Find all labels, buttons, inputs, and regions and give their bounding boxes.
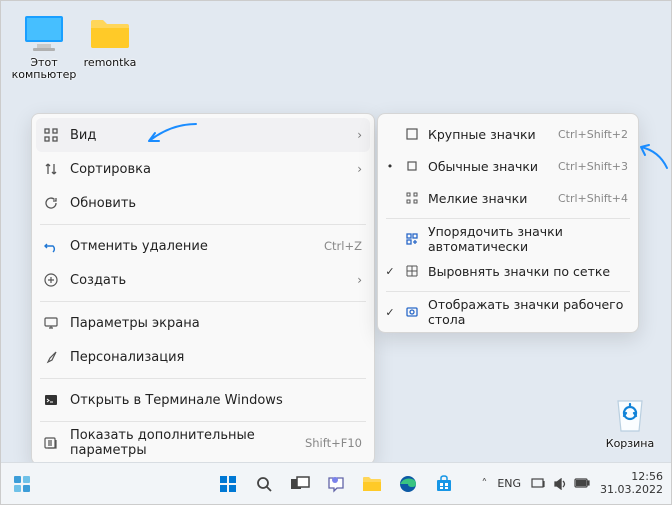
menu-shortcut: Ctrl+Shift+2 (558, 128, 628, 141)
menu-label: Упорядочить значки автоматически (428, 224, 628, 254)
terminal-icon (42, 391, 60, 409)
menu-label: Обновить (70, 196, 362, 211)
menu-item-undo[interactable]: Отменить удаление Ctrl+Z (32, 229, 374, 263)
edge-button[interactable] (393, 469, 423, 499)
check-mark-checked: ✓ (384, 265, 396, 278)
menu-label: Обычные значки (428, 159, 550, 174)
menu-label: Создать (70, 273, 347, 288)
menu-item-sort[interactable]: Сортировка › (32, 152, 374, 186)
menu-label: Персонализация (70, 350, 362, 365)
small-icons-icon (404, 190, 420, 206)
separator (40, 224, 366, 225)
menu-label: Сортировка (70, 162, 347, 177)
context-menu-main: Вид › Сортировка › Обновить Отменить уда… (31, 113, 375, 465)
taskbar: ˄ ENG 12:56 31.03.2022 (1, 462, 671, 504)
menu-label: Показать дополнительные параметры (70, 428, 295, 458)
store-button[interactable] (429, 469, 459, 499)
chat-button[interactable] (321, 469, 351, 499)
desktop-icon-label: Этот компьютер (9, 57, 79, 81)
system-tray[interactable] (531, 477, 590, 490)
menu-label: Отображать значки рабочего стола (428, 297, 628, 327)
grid-icon (42, 126, 60, 144)
start-button[interactable] (213, 469, 243, 499)
menu-item-new[interactable]: Создать › (32, 263, 374, 297)
chevron-right-icon: › (357, 128, 362, 142)
menu-item-view[interactable]: Вид › (36, 118, 370, 152)
submenu-item-large-icons[interactable]: Крупные значки Ctrl+Shift+2 (378, 118, 638, 150)
submenu-item-small-icons[interactable]: Мелкие значки Ctrl+Shift+4 (378, 182, 638, 214)
brush-icon (42, 348, 60, 366)
search-button[interactable] (249, 469, 279, 499)
plus-circle-icon (42, 271, 60, 289)
check-mark-checked: ✓ (384, 306, 396, 319)
monitor-icon (23, 13, 65, 55)
menu-shortcut: Ctrl+Z (324, 239, 362, 253)
folder-icon (89, 13, 131, 55)
task-view-button[interactable] (285, 469, 315, 499)
large-icons-icon (404, 126, 420, 142)
refresh-icon (42, 194, 60, 212)
menu-shortcut: Ctrl+Shift+3 (558, 160, 628, 173)
annotation-arrow-icon (637, 143, 671, 173)
submenu-item-medium-icons[interactable]: • Обычные значки Ctrl+Shift+3 (378, 150, 638, 182)
menu-item-display-settings[interactable]: Параметры экрана (32, 306, 374, 340)
clock-date: 31.03.2022 (600, 484, 663, 497)
menu-label: Крупные значки (428, 127, 550, 142)
menu-label: Параметры экрана (70, 316, 362, 331)
menu-shortcut: Ctrl+Shift+4 (558, 192, 628, 205)
network-icon (531, 477, 546, 490)
menu-shortcut: Shift+F10 (305, 436, 362, 450)
menu-item-personalize[interactable]: Персонализация (32, 340, 374, 374)
more-options-icon (42, 434, 60, 452)
tray-chevron-up-icon[interactable]: ˄ (481, 477, 487, 491)
separator (40, 378, 366, 379)
show-icons-icon (404, 304, 420, 320)
chevron-right-icon: › (357, 162, 362, 176)
display-icon (42, 314, 60, 332)
separator (40, 301, 366, 302)
separator (386, 218, 630, 219)
clock-time: 12:56 (600, 471, 663, 484)
taskbar-clock[interactable]: 12:56 31.03.2022 (600, 471, 663, 496)
desktop-icon-label: Корзина (595, 438, 665, 450)
menu-item-refresh[interactable]: Обновить (32, 186, 374, 220)
medium-icons-icon (404, 158, 420, 174)
language-indicator[interactable]: ENG (497, 477, 521, 490)
sort-icon (42, 160, 60, 178)
desktop-icon-recycle-bin[interactable]: Корзина (595, 394, 665, 450)
auto-arrange-icon (404, 231, 420, 247)
desktop-icon-this-pc[interactable]: Этот компьютер (9, 13, 79, 81)
context-menu-view-submenu: Крупные значки Ctrl+Shift+2 • Обычные зн… (377, 113, 639, 333)
volume-icon (553, 478, 567, 490)
battery-icon (574, 478, 590, 489)
submenu-item-align-grid[interactable]: ✓ Выровнять значки по сетке (378, 255, 638, 287)
file-explorer-button[interactable] (357, 469, 387, 499)
taskbar-widgets-button[interactable] (7, 469, 37, 499)
menu-label: Выровнять значки по сетке (428, 264, 628, 279)
menu-label: Открыть в Терминале Windows (70, 393, 362, 408)
desktop-icon-label: remontka (75, 57, 145, 69)
menu-label: Вид (70, 128, 347, 143)
menu-label: Мелкие значки (428, 191, 550, 206)
menu-item-terminal[interactable]: Открыть в Терминале Windows (32, 383, 374, 417)
desktop-icon-folder[interactable]: remontka (75, 13, 145, 69)
separator (40, 421, 366, 422)
submenu-item-auto-arrange[interactable]: Упорядочить значки автоматически (378, 223, 638, 255)
undo-icon (42, 237, 60, 255)
menu-label: Отменить удаление (70, 239, 314, 254)
submenu-item-show-icons[interactable]: ✓ Отображать значки рабочего стола (378, 296, 638, 328)
chevron-right-icon: › (357, 273, 362, 287)
separator (386, 291, 630, 292)
radio-mark-selected: • (384, 160, 396, 173)
menu-item-more-options[interactable]: Показать дополнительные параметры Shift+… (32, 426, 374, 460)
align-grid-icon (404, 263, 420, 279)
recycle-bin-icon (609, 394, 651, 436)
